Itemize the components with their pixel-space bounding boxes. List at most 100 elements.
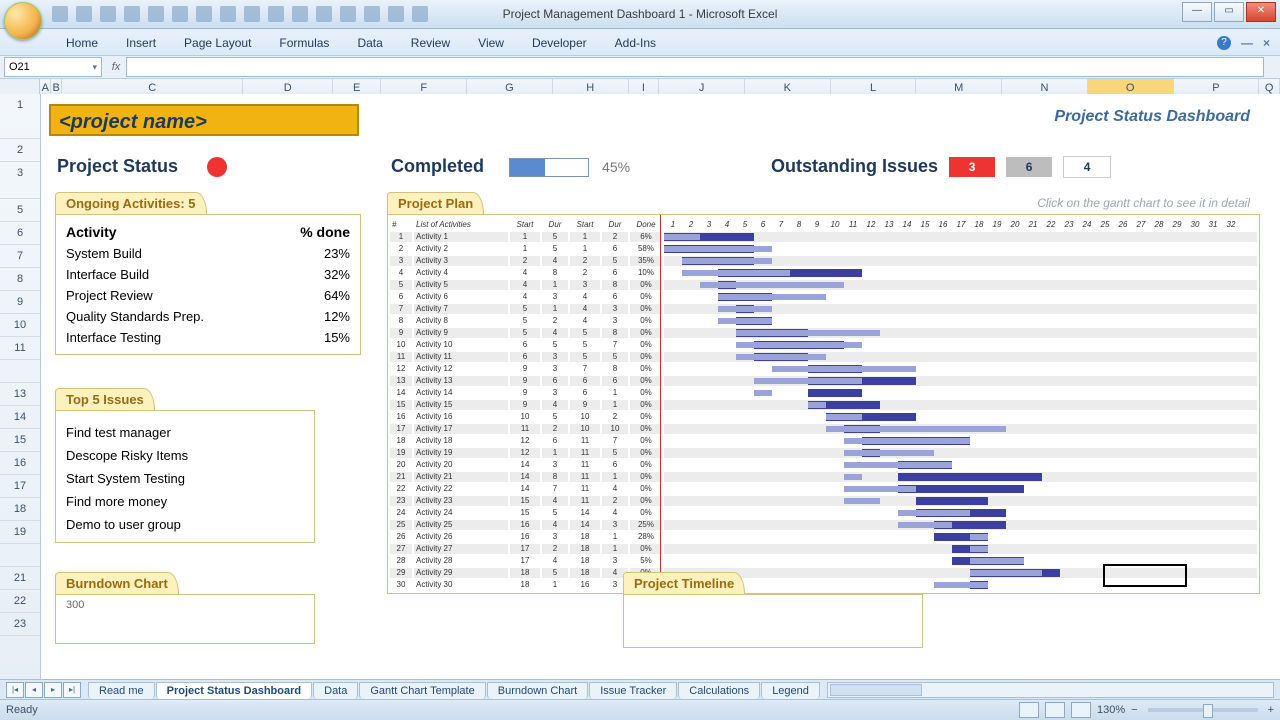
qat-icon[interactable] xyxy=(268,6,284,22)
sheet-tab[interactable]: Burndown Chart xyxy=(487,682,589,699)
issues-red-count: 3 xyxy=(949,157,995,177)
row-header[interactable]: 2 xyxy=(0,139,40,162)
project-name-cell[interactable]: <project name> xyxy=(49,104,359,136)
fx-icon[interactable]: fx xyxy=(106,57,126,77)
qat-icon[interactable] xyxy=(388,6,404,22)
view-pagebreak-icon[interactable] xyxy=(1071,702,1091,718)
zoom-level[interactable]: 130% xyxy=(1097,704,1125,716)
worksheet[interactable]: <project name> Project Status Dashboard … xyxy=(41,94,1280,680)
ribbon-tab[interactable]: Insert xyxy=(112,32,170,55)
ribbon-tab[interactable]: Page Layout xyxy=(170,32,265,55)
formula-bar-row: O21 fx xyxy=(0,56,1280,79)
qat-icon[interactable] xyxy=(412,6,428,22)
maximize-button[interactable]: ▭ xyxy=(1214,2,1244,22)
row-header[interactable] xyxy=(0,544,40,567)
row-header[interactable]: 16 xyxy=(0,452,40,475)
gantt-row: 24Activity 241551440% xyxy=(390,508,1257,518)
zoom-out-icon[interactable]: − xyxy=(1131,704,1137,716)
row-header[interactable]: 13 xyxy=(0,383,40,406)
help-icon[interactable]: ? xyxy=(1217,36,1231,50)
qat-icon[interactable] xyxy=(364,6,380,22)
name-box[interactable]: O21 xyxy=(4,57,102,77)
horizontal-scrollbar[interactable] xyxy=(827,682,1274,698)
row-header[interactable]: 9 xyxy=(0,291,40,314)
row-header[interactable]: 14 xyxy=(0,406,40,429)
quick-access-toolbar[interactable] xyxy=(52,6,428,22)
row-header[interactable]: 18 xyxy=(0,498,40,521)
project-plan-card[interactable]: Project Plan #List of ActivitiesStartDur… xyxy=(387,192,1260,594)
row-header[interactable]: 1 xyxy=(0,94,40,139)
sheet-tab[interactable]: Calculations xyxy=(678,682,760,699)
row-header[interactable]: 19 xyxy=(0,521,40,544)
qat-print-icon[interactable] xyxy=(124,6,140,22)
gantt-row: 5Activity 541380% xyxy=(390,280,1257,290)
sheet-tab[interactable]: Data xyxy=(313,682,358,699)
qat-icon[interactable] xyxy=(220,6,236,22)
status-bar: Ready 130% − + xyxy=(0,699,1280,720)
qat-undo-icon[interactable] xyxy=(76,6,92,22)
qat-save-icon[interactable] xyxy=(52,6,68,22)
ribbon-tab[interactable]: View xyxy=(464,32,518,55)
close-button[interactable]: ✕ xyxy=(1246,2,1276,22)
sheet-tab[interactable]: Read me xyxy=(88,682,155,699)
row-header[interactable]: 22 xyxy=(0,590,40,613)
tab-next-icon[interactable]: ▸ xyxy=(44,682,62,698)
ribbon-tab[interactable]: Review xyxy=(397,32,464,55)
top-issues-title: Top 5 Issues xyxy=(55,388,155,410)
timeline-title: Project Timeline xyxy=(623,572,745,594)
issues-white-count: 4 xyxy=(1063,156,1111,178)
sheet-tab[interactable]: Legend xyxy=(761,682,820,699)
row-header[interactable] xyxy=(0,360,40,383)
qat-icon[interactable] xyxy=(244,6,260,22)
tab-nav[interactable]: |◂ ◂ ▸ ▸| xyxy=(6,682,82,698)
qat-icon[interactable] xyxy=(196,6,212,22)
row-header[interactable]: 23 xyxy=(0,613,40,636)
qat-icon[interactable] xyxy=(148,6,164,22)
row-header[interactable]: 11 xyxy=(0,337,40,360)
formula-bar[interactable] xyxy=(126,57,1264,77)
ribbon-minimize-icon[interactable]: — xyxy=(1241,36,1253,50)
activity-name: Interface Testing xyxy=(66,327,280,348)
row-header[interactable]: 7 xyxy=(0,245,40,268)
qat-icon[interactable] xyxy=(340,6,356,22)
office-button[interactable] xyxy=(4,2,42,40)
ribbon-tab[interactable]: Developer xyxy=(518,32,601,55)
zoom-in-icon[interactable]: + xyxy=(1268,704,1274,716)
row-header[interactable]: 8 xyxy=(0,268,40,291)
row-header[interactable]: 5 xyxy=(0,199,40,222)
sheet-tab[interactable]: Gantt Chart Template xyxy=(359,682,485,699)
gantt-row: 25Activity 2516414325% xyxy=(390,520,1257,530)
sheet-tab[interactable]: Issue Tracker xyxy=(589,682,677,699)
tab-first-icon[interactable]: |◂ xyxy=(6,682,24,698)
ribbon-tab[interactable]: Data xyxy=(343,32,396,55)
row-header[interactable]: 17 xyxy=(0,475,40,498)
row-header[interactable]: 15 xyxy=(0,429,40,452)
ribbon-tab[interactable]: Home xyxy=(52,32,112,55)
gantt-row: 26Activity 2616318128% xyxy=(390,532,1257,542)
tab-last-icon[interactable]: ▸| xyxy=(63,682,81,698)
qat-icon[interactable] xyxy=(316,6,332,22)
qat-redo-icon[interactable] xyxy=(100,6,116,22)
project-status-header: Project Status xyxy=(57,156,227,177)
minimize-button[interactable]: — xyxy=(1182,2,1212,22)
progress-text: 45% xyxy=(602,159,630,175)
qat-icon[interactable] xyxy=(172,6,188,22)
view-layout-icon[interactable] xyxy=(1045,702,1065,718)
row-header[interactable]: 21 xyxy=(0,567,40,590)
view-normal-icon[interactable] xyxy=(1019,702,1039,718)
row-header[interactable]: 10 xyxy=(0,314,40,337)
row-header[interactable]: 3 xyxy=(0,162,40,199)
row-header[interactable]: 6 xyxy=(0,222,40,245)
sheet-tab-bar: |◂ ◂ ▸ ▸| Read meProject Status Dashboar… xyxy=(0,679,1280,700)
qat-icon[interactable] xyxy=(292,6,308,22)
burndown-title: Burndown Chart xyxy=(55,572,179,594)
ribbon-tab[interactable]: Add-Ins xyxy=(601,32,670,55)
tab-prev-icon[interactable]: ◂ xyxy=(25,682,43,698)
title-bar: Project Management Dashboard 1 - Microso… xyxy=(0,0,1280,29)
ribbon-tab[interactable]: Formulas xyxy=(265,32,343,55)
zoom-slider[interactable] xyxy=(1148,708,1258,712)
active-cell-outline xyxy=(1103,564,1187,587)
sheet-tab[interactable]: Project Status Dashboard xyxy=(156,682,312,699)
doc-close-icon[interactable]: × xyxy=(1263,36,1270,50)
dashboard-title: Project Status Dashboard xyxy=(1054,108,1250,126)
